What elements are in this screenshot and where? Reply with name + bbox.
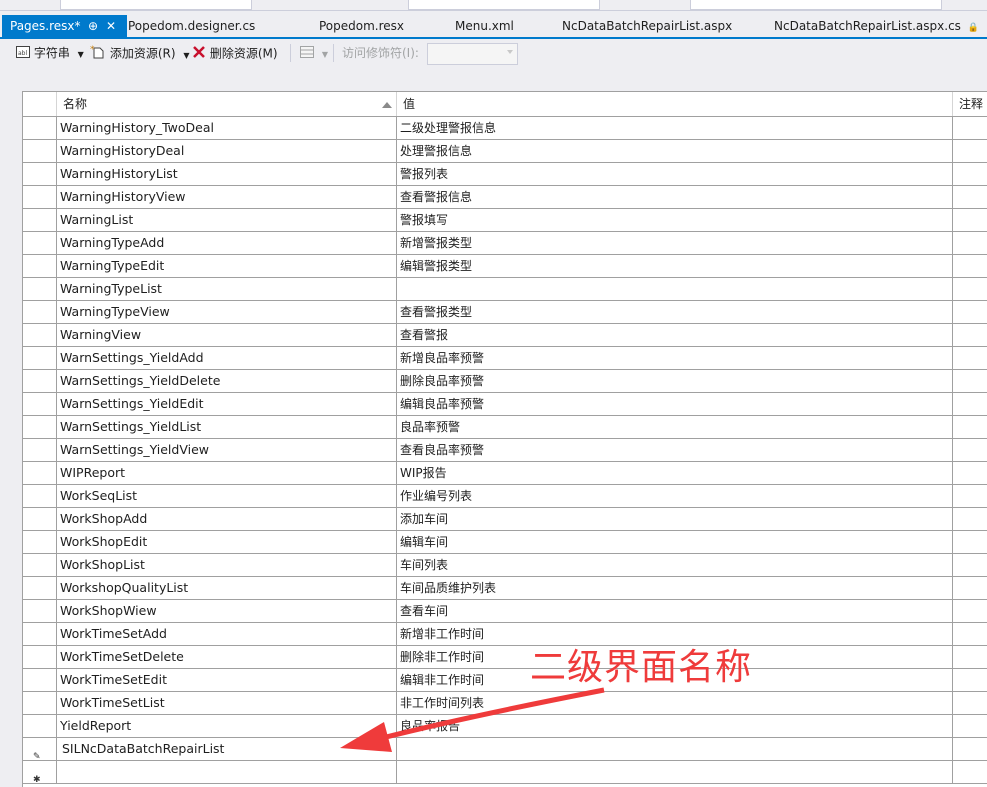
annotation-arrow-icon <box>340 687 605 752</box>
